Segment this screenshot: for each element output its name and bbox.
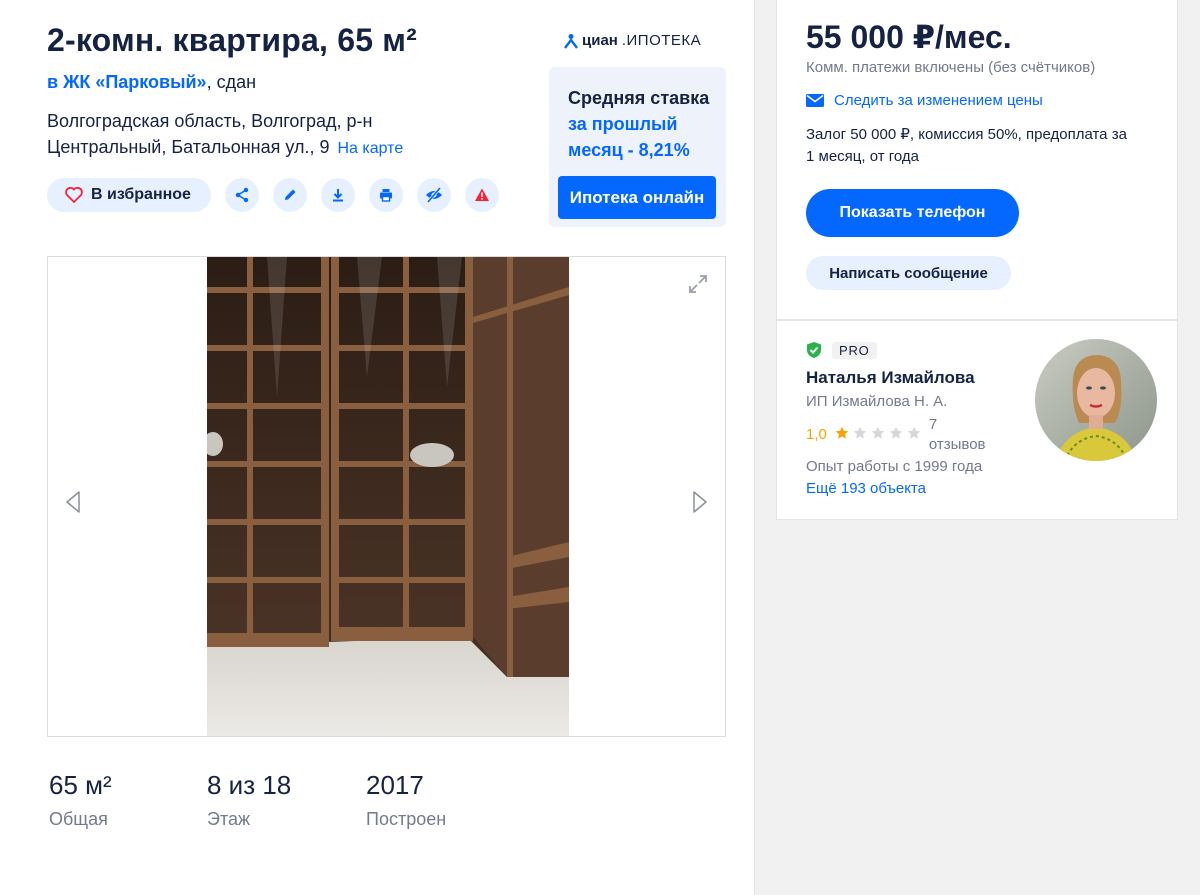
- reviews-label: отзывов: [928, 436, 986, 453]
- follow-price-label: Следить за изменением цены: [834, 92, 1043, 109]
- price: 55 000 ₽/мес.: [806, 19, 1012, 55]
- show-phone-button[interactable]: Показать телефон: [806, 189, 1019, 237]
- param-floor-label: Этаж: [207, 809, 251, 829]
- star-icon: [853, 426, 867, 439]
- agent-name[interactable]: Наталья Измайлова: [806, 368, 975, 388]
- more-objects-link[interactable]: Ещё 193 объекта: [806, 480, 926, 497]
- param-floor-value: 8 из 18: [207, 770, 292, 800]
- complex-link[interactable]: в ЖК «Парковый»: [47, 72, 207, 92]
- mortgage-ad-line1: Средняя ставка: [568, 88, 710, 108]
- utilities-note: Комм. платежи включены (без счётчиков): [806, 59, 1096, 76]
- download-icon: [332, 189, 343, 202]
- complex-status: , сдан: [206, 72, 257, 92]
- cian-mortgage-logo[interactable]: циан .ИПОТЕКА: [564, 32, 701, 49]
- verified-shield-icon: [807, 342, 821, 358]
- rating-stars: [835, 426, 921, 440]
- agent-badges: PRO: [806, 341, 877, 359]
- edit-icon: [284, 189, 296, 200]
- cian-logo-brand: циан: [582, 32, 618, 49]
- hide-icon: [425, 187, 442, 203]
- follow-price-link[interactable]: Следить за изменением цены: [806, 92, 1043, 109]
- hide-button[interactable]: [416, 178, 451, 212]
- offer-card: 55 000 ₽/мес. Комм. платежи включены (бе…: [776, 0, 1178, 320]
- agent-company: ИП Измайлова Н. А.: [806, 393, 948, 410]
- star-icon: [907, 426, 921, 439]
- warning-icon: [474, 188, 489, 201]
- param-area-value: 65 м²: [49, 770, 112, 800]
- agent-rating[interactable]: 1,0 7 отзывов: [806, 415, 986, 455]
- report-button[interactable]: [464, 178, 499, 212]
- deal-terms: Залог 50 000 ₽, комиссия 50%, предоплата…: [806, 126, 1127, 165]
- write-message-button[interactable]: Написать сообщение: [806, 256, 1011, 290]
- download-button[interactable]: [320, 178, 355, 212]
- favorite-button[interactable]: В избранное: [47, 178, 211, 212]
- cian-logo-sub: .ИПОТЕКА: [621, 32, 702, 49]
- param-area: 65 м² Общая: [49, 770, 207, 830]
- mortgage-online-button[interactable]: Ипотека онлайн: [558, 176, 716, 219]
- mail-icon: [806, 94, 824, 107]
- reviews-count-block: 7 отзывов: [929, 415, 986, 455]
- agent-avatar[interactable]: [1035, 339, 1157, 461]
- cian-logo-icon: [564, 33, 578, 49]
- pro-badge: PRO: [832, 341, 877, 359]
- edit-button[interactable]: [272, 178, 307, 212]
- prev-photo-arrow-icon[interactable]: [64, 490, 82, 514]
- agent-card: PRO Наталья Измайлова ИП Измайлова Н. А.…: [776, 320, 1178, 520]
- address-text: Волгоградская область, Волгоград, р-н Це…: [47, 111, 373, 157]
- reviews-count: 7: [928, 416, 938, 433]
- print-button[interactable]: [368, 178, 403, 212]
- photo-gallery[interactable]: [47, 256, 726, 737]
- param-year-label: Построен: [366, 809, 447, 829]
- mortgage-ad-text: Средняя ставка за прошлый месяц - 8,21%: [568, 85, 718, 163]
- listing-params: 65 м² Общая 8 из 18 Этаж 2017 Построен: [49, 770, 506, 830]
- share-button[interactable]: [224, 178, 259, 212]
- param-year: 2017 Построен: [366, 770, 506, 830]
- share-icon: [235, 187, 249, 203]
- action-bar: В избранное: [47, 178, 499, 212]
- address: Волгоградская область, Волгоград, р-н Це…: [47, 108, 487, 162]
- agent-experience: Опыт работы с 1999 года: [806, 458, 983, 475]
- print-icon: [379, 189, 392, 202]
- star-icon: [835, 426, 849, 439]
- mortgage-ad-card[interactable]: Средняя ставка за прошлый месяц - 8,21% …: [549, 67, 726, 227]
- listing-photo[interactable]: [207, 257, 569, 737]
- param-year-value: 2017: [366, 770, 424, 800]
- complex-line: в ЖК «Парковый», сдан: [47, 72, 256, 93]
- next-photo-arrow-icon[interactable]: [691, 490, 709, 514]
- listing-title: 2-комн. квартира, 65 м²: [47, 22, 418, 58]
- star-icon: [871, 426, 885, 439]
- param-area-label: Общая: [49, 809, 108, 829]
- fullscreen-icon[interactable]: [687, 273, 709, 295]
- param-floor: 8 из 18 Этаж: [207, 770, 366, 830]
- favorite-label: В избранное: [91, 186, 191, 203]
- map-link[interactable]: На карте: [337, 140, 403, 157]
- rating-score: 1,0: [806, 426, 827, 443]
- star-icon: [889, 426, 903, 439]
- mortgage-ad-rate: за прошлый месяц - 8,21%: [568, 114, 690, 160]
- heart-icon: [65, 187, 83, 203]
